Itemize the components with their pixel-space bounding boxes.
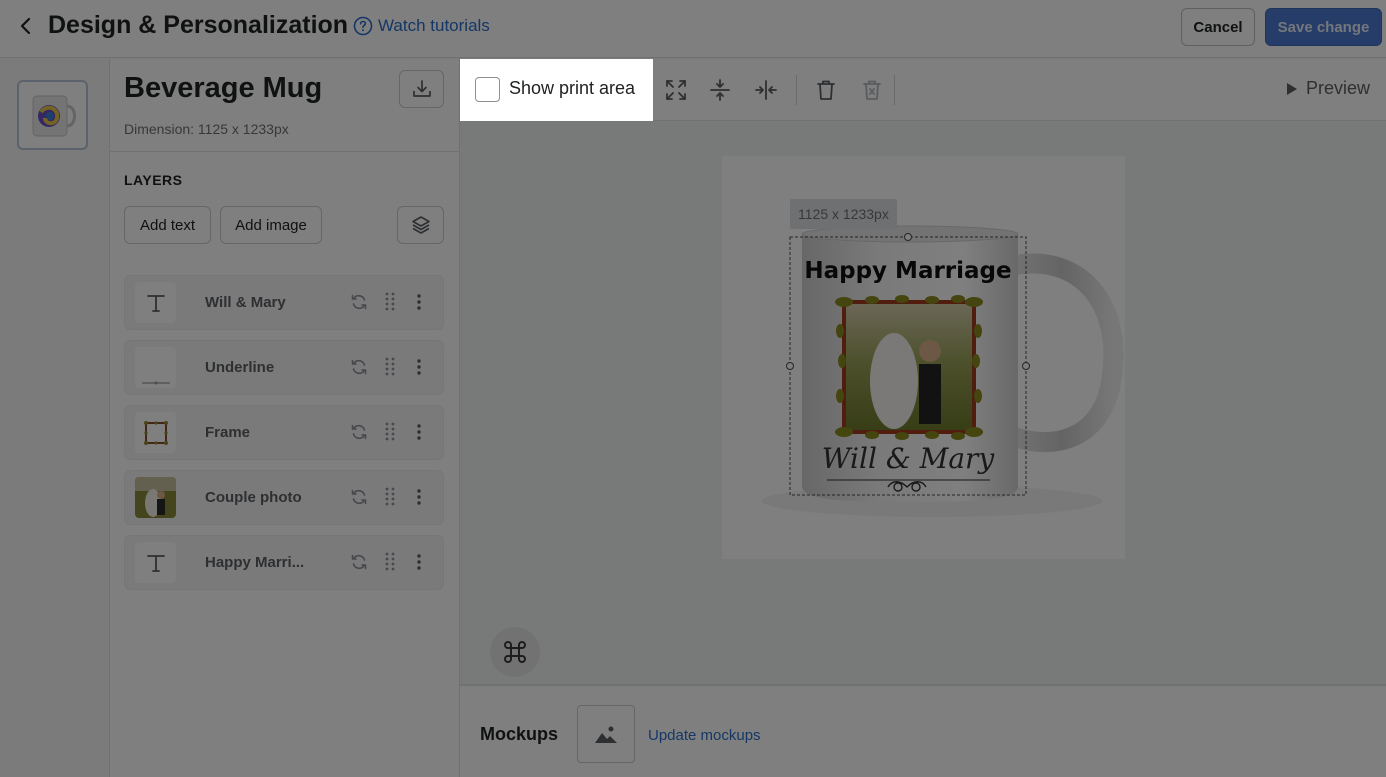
delete-icon[interactable] [814,78,838,102]
fit-to-area-icon[interactable] [664,78,688,102]
drag-handle-icon[interactable] [384,291,396,313]
design-canvas: Happy Marriage Will & Mary 1125 x 1233px [460,121,1386,684]
watch-tutorials-label: Watch tutorials [378,16,490,35]
show-print-area-label: Show print area [509,78,636,98]
sync-icon[interactable] [349,357,369,377]
layer-item-happy-marriage[interactable]: Happy Marri... [124,535,444,590]
layers-stack-button[interactable] [397,206,444,244]
cancel-button[interactable]: Cancel [1181,8,1255,46]
canvas-toolbar: Show print area Preview [460,59,1386,121]
layer-label: Couple photo [205,489,302,506]
panel-divider [110,151,460,152]
more-options-icon[interactable] [413,357,425,377]
mug-names-text: Will & Mary [822,442,996,475]
drag-handle-icon[interactable] [384,421,396,443]
align-vertical-center-icon[interactable] [708,78,732,102]
artboard[interactable]: Happy Marriage Will & Mary 1125 x 1233px [722,156,1125,559]
selection-dimension-badge: 1125 x 1233px [790,199,897,229]
preview-button[interactable]: Preview [1286,78,1370,99]
toolbar-divider [894,75,895,105]
mug-mockup-image: Happy Marriage Will & Mary [762,225,1124,517]
update-mockups-link[interactable]: Update mockups [648,727,761,744]
product-dimension: Dimension: 1125 x 1233px [124,121,289,137]
toolbar-divider [796,75,797,105]
product-thumbnail-rail [0,59,110,777]
layers-panel: Beverage Mug Dimension: 1125 x 1233px LA… [110,59,460,777]
download-button[interactable] [399,70,444,108]
mug-title-text: Happy Marriage [804,258,1011,284]
product-name: Beverage Mug [124,72,323,104]
text-icon [135,282,176,323]
sync-icon[interactable] [349,292,369,312]
layer-label: Underline [205,359,275,376]
photo-thumb-icon [135,477,176,518]
layer-item-frame[interactable]: Frame [124,405,444,460]
layer-item-will-mary[interactable]: Will & Mary [124,275,444,330]
back-arrow-icon[interactable] [14,14,38,38]
play-icon [1287,82,1297,95]
align-horizontal-center-icon[interactable] [754,78,778,102]
layer-label: Happy Marri... [205,554,305,571]
frame-thumb-icon [135,412,176,453]
drag-handle-icon[interactable] [384,486,396,508]
add-text-button[interactable]: Add text [124,206,211,244]
command-key-icon [504,641,526,663]
help-circle-icon [353,16,373,36]
page-title: Design & Personalization [48,11,349,39]
mug-thumbnail-icon [32,95,76,137]
download-icon [412,80,431,97]
save-change-button[interactable]: Save change [1265,8,1382,46]
product-thumbnail[interactable] [17,80,88,150]
sync-icon[interactable] [349,422,369,442]
layer-label: Will & Mary [205,294,286,311]
show-print-area-toggle[interactable]: Show print area [460,59,653,121]
more-options-icon[interactable] [413,487,425,507]
top-header: Design & Personalization Watch tutorials… [0,0,1386,58]
layers-heading: LAYERS [124,172,183,188]
mockups-section: Mockups Update mockups [460,684,1386,777]
layer-label: Frame [205,424,251,441]
shortcuts-button[interactable] [490,627,540,677]
layers-stack-icon [411,216,430,234]
mockup-thumbnail[interactable] [577,705,635,763]
preview-label: Preview [1306,78,1371,98]
mockups-title: Mockups [480,724,559,744]
delete-all-icon[interactable] [860,78,884,102]
more-options-icon[interactable] [413,292,425,312]
layer-item-couple-photo[interactable]: Couple photo [124,470,444,525]
text-icon [135,542,176,583]
show-print-area-checkbox[interactable] [475,77,500,102]
add-image-button[interactable]: Add image [220,206,322,244]
more-options-icon[interactable] [413,422,425,442]
watch-tutorials-link[interactable]: Watch tutorials [353,14,490,38]
layer-item-underline[interactable]: Underline [124,340,444,395]
sync-icon[interactable] [349,552,369,572]
underline-thumb-icon [135,347,176,388]
more-options-icon[interactable] [413,552,425,572]
image-placeholder-icon [595,726,617,743]
drag-handle-icon[interactable] [384,356,396,378]
drag-handle-icon[interactable] [384,551,396,573]
sync-icon[interactable] [349,487,369,507]
